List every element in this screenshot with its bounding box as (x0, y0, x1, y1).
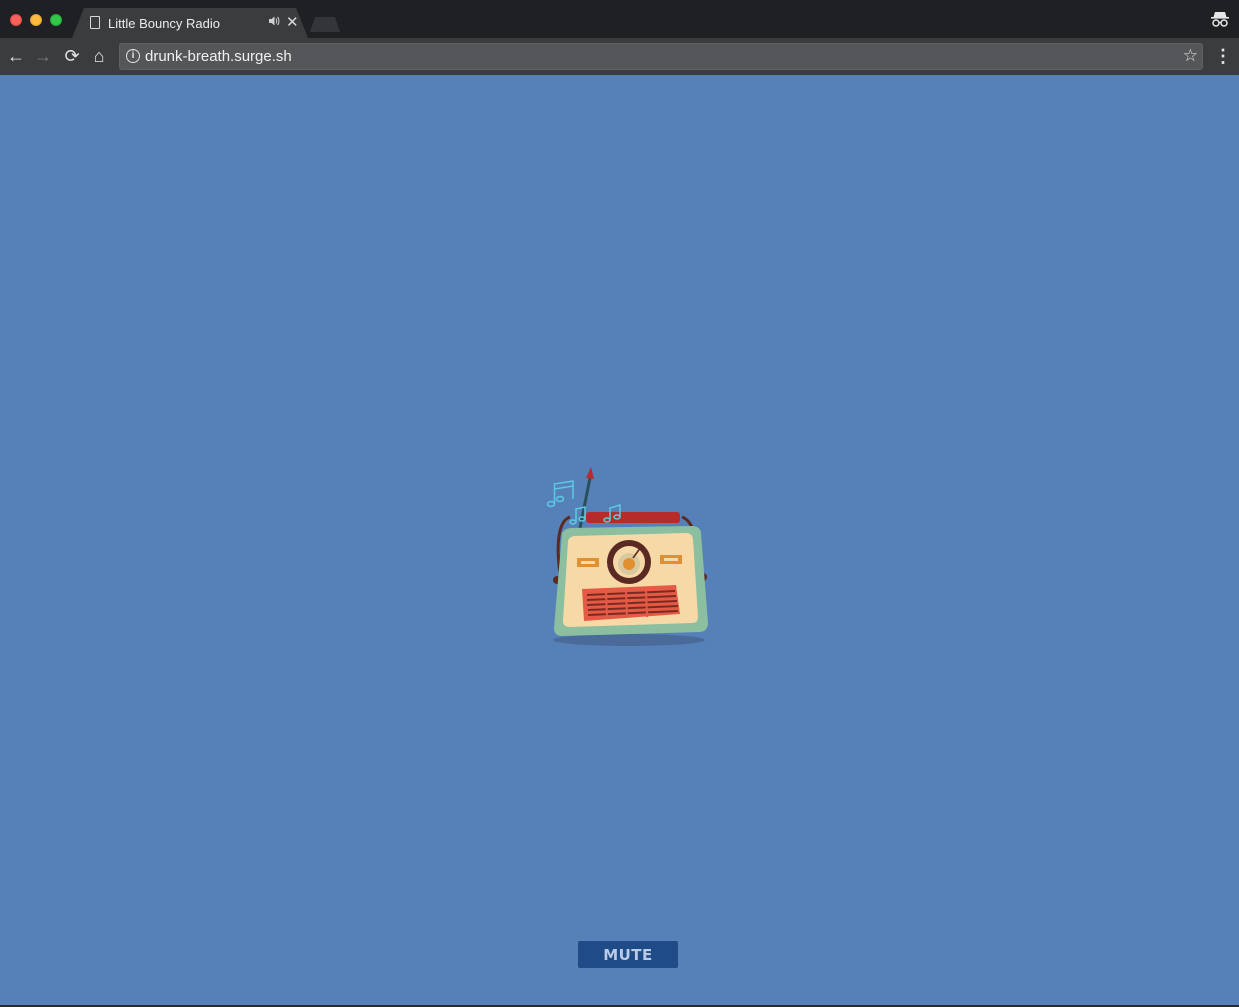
tab-strip: Little Bouncy Radio ✕ (0, 0, 1239, 38)
antenna-tip (586, 467, 594, 479)
bookmark-star-icon[interactable]: ☆ (1183, 46, 1198, 66)
address-bar[interactable]: i drunk-breath.surge.sh ☆ (119, 43, 1203, 70)
page-icon (90, 16, 100, 29)
reload-icon[interactable]: ⟳ (62, 46, 82, 66)
maximize-window-button[interactable] (50, 14, 62, 26)
radio-illustration (540, 465, 715, 650)
page-viewport: MUTE (0, 75, 1239, 1005)
mute-button[interactable]: MUTE (578, 941, 678, 968)
radio-antenna (577, 472, 593, 534)
browser-menu-icon[interactable]: ⋮ (1214, 46, 1232, 66)
browser-chrome: Little Bouncy Radio ✕ ← → ⟳ ⌂ i drunk-br… (0, 0, 1239, 75)
minimize-window-button[interactable] (30, 14, 42, 26)
close-window-button[interactable] (10, 14, 22, 26)
back-arrow-icon[interactable]: ← (6, 46, 26, 66)
forward-arrow-icon[interactable]: → (33, 46, 53, 66)
speaker-icon[interactable] (268, 15, 280, 30)
tab-close-icon[interactable]: ✕ (286, 13, 299, 31)
tab-little-bouncy-radio[interactable]: Little Bouncy Radio ✕ (72, 8, 308, 38)
browser-toolbar: ← → ⟳ ⌂ i drunk-breath.surge.sh ☆ ⋮ (0, 38, 1239, 75)
radio-handle (586, 512, 680, 523)
incognito-icon (1210, 10, 1230, 28)
tab-title: Little Bouncy Radio (108, 16, 221, 31)
radio-dial-center (623, 558, 635, 570)
url-text[interactable]: drunk-breath.surge.sh (145, 48, 292, 65)
info-icon[interactable]: i (126, 49, 140, 63)
new-tab-button[interactable] (310, 17, 340, 32)
radio-shadow (553, 634, 705, 646)
home-icon[interactable]: ⌂ (89, 46, 109, 66)
